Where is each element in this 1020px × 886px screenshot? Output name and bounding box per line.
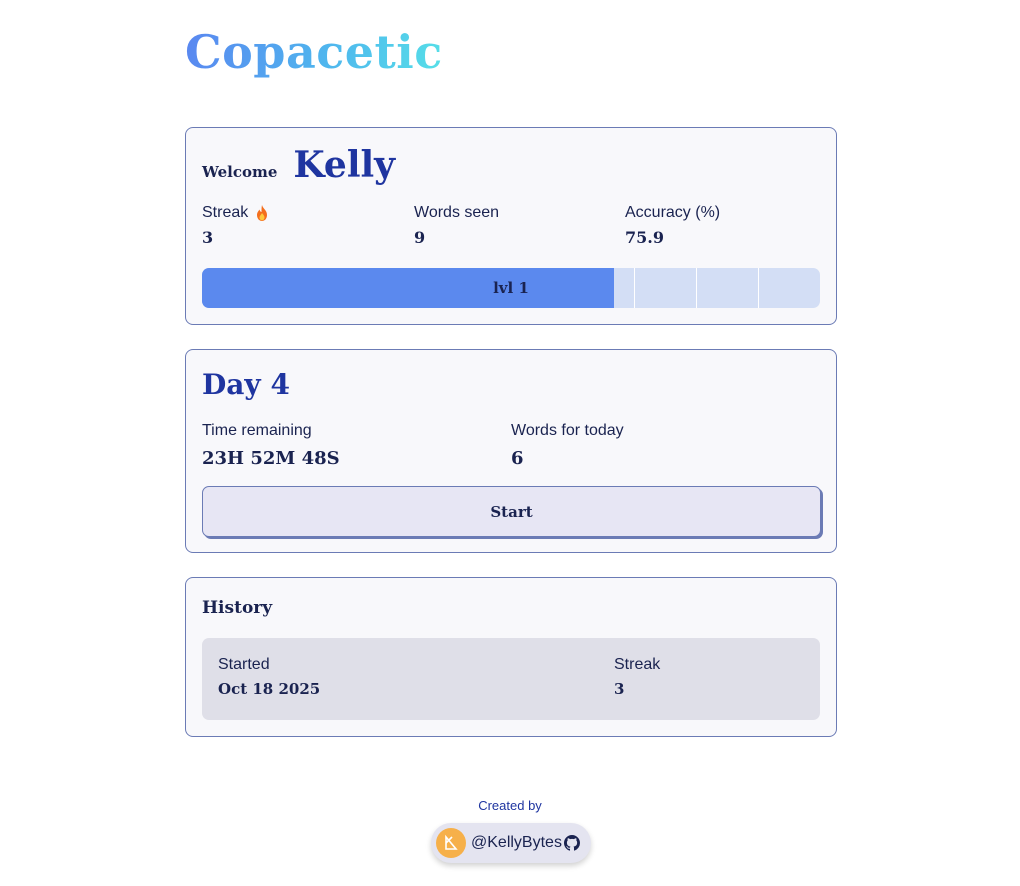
words-today-stat: Words for today 6	[511, 422, 624, 469]
start-button[interactable]: Start	[202, 486, 821, 537]
history-started: Started Oct 18 2025	[218, 656, 320, 698]
time-remaining-value: 23H 52M 48S	[202, 448, 340, 469]
footer: Created by @KellyBytes	[0, 798, 1020, 863]
words-seen-stat: Words seen 9	[414, 204, 499, 247]
author-name: @KellyBytes	[471, 834, 562, 851]
accuracy-label: Accuracy (%)	[625, 204, 721, 221]
user-name: Kelly	[293, 144, 396, 186]
history-card: History Started Oct 18 2025 Streak 3	[185, 577, 837, 737]
time-remaining-label: Time remaining	[202, 422, 312, 439]
author-link[interactable]: @KellyBytes	[431, 823, 591, 863]
words-today-label: Words for today	[511, 422, 624, 439]
accuracy-stat: Accuracy (%) 75.9	[625, 204, 720, 247]
accuracy-value: 75.9	[625, 228, 664, 247]
history-entry: Started Oct 18 2025 Streak 3	[202, 638, 820, 720]
created-by-label: Created by	[478, 798, 542, 813]
welcome-label: Welcome	[202, 163, 278, 181]
words-seen-label: Words seen	[414, 204, 500, 221]
day-title: Day 4	[202, 368, 290, 401]
level-label: lvl 1	[493, 279, 529, 297]
history-streak: Streak 3	[614, 656, 660, 698]
github-icon	[563, 835, 580, 851]
history-streak-value: 3	[614, 680, 625, 698]
flame-icon	[257, 205, 268, 221]
level-progress-bar: lvl 1	[202, 268, 820, 308]
streak-label: Streak	[202, 204, 249, 221]
words-today-value: 6	[511, 448, 524, 469]
profile-card: Welcome Kelly Streak 3 Words seen 9 Accu…	[185, 127, 837, 325]
day-card: Day 4 Time remaining 23H 52M 48S Words f…	[185, 349, 837, 553]
streak-label-row: Streak	[202, 204, 269, 222]
words-seen-value: 9	[414, 228, 426, 247]
streak-stat: Streak 3	[202, 204, 269, 247]
avatar-icon	[436, 828, 466, 858]
avatar-glyph	[445, 834, 458, 850]
streak-value: 3	[202, 228, 214, 247]
app-logo[interactable]: Copacetic	[185, 24, 443, 80]
history-streak-label: Streak	[614, 656, 661, 673]
history-started-value: Oct 18 2025	[218, 680, 321, 698]
welcome-row: Welcome Kelly	[202, 144, 395, 186]
history-started-label: Started	[218, 656, 270, 673]
history-title: History	[202, 598, 273, 618]
time-remaining-stat: Time remaining 23H 52M 48S	[202, 422, 340, 469]
